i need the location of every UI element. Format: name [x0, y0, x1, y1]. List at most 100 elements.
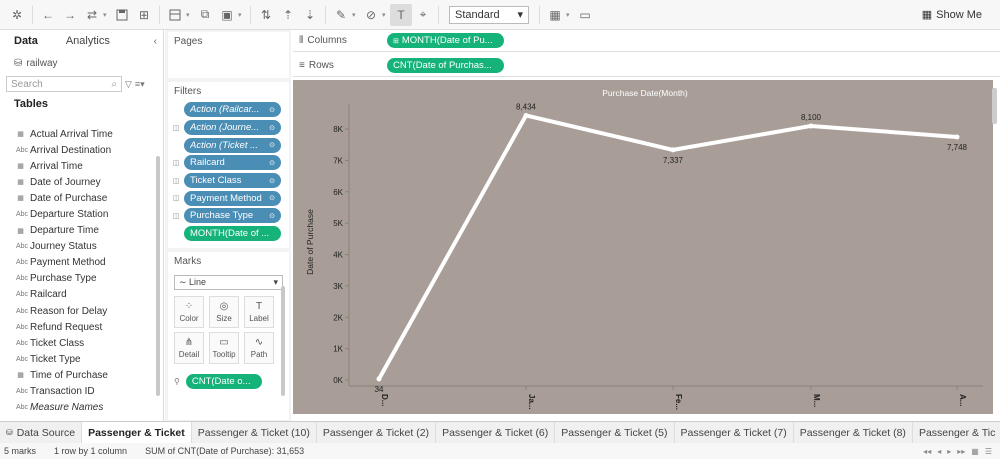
replay-icon[interactable]: ⇄ — [81, 4, 103, 26]
filter-pill[interactable]: Railcard ⊙ — [184, 155, 281, 171]
text-field-icon: Abc — [16, 146, 29, 154]
data-point[interactable] — [954, 134, 960, 140]
tableau-logo-icon[interactable]: ✲ — [6, 4, 28, 26]
sort-ascending-icon[interactable]: ⇡ — [277, 4, 299, 26]
rows-shelf[interactable]: ≡ Rows CNT(Date of Purchas... — [293, 55, 1000, 77]
field-item[interactable]: ▦ Date of Journey — [0, 174, 156, 190]
collapse-pane-icon[interactable]: ‹ — [154, 36, 157, 47]
show-me-button[interactable]: ▦ Show Me — [922, 8, 982, 22]
field-item[interactable]: Abc Payment Method — [0, 255, 156, 271]
show-cards-dropdown-icon[interactable]: ▾ — [566, 11, 574, 19]
viz-area[interactable]: Purchase Date(Month) Date of Purchase 0K 1K… — [293, 80, 1000, 414]
sheet-tab[interactable]: Passenger & Ticket (7) — [675, 421, 794, 444]
save-icon[interactable] — [111, 4, 133, 26]
redo-icon[interactable]: → — [59, 4, 81, 26]
list-view-icon[interactable]: ☰ — [985, 447, 992, 456]
clear-dropdown-icon[interactable]: ▾ — [238, 11, 246, 19]
field-item[interactable]: ▦ Time of Purchase — [0, 367, 156, 383]
sheet-tab[interactable]: Passenger & Ticket — [82, 421, 192, 444]
columns-shelf[interactable]: ⦀ Columns ⊞ MONTH(Date of Pu... — [293, 30, 1000, 52]
swap-icon[interactable]: ⇅ — [255, 4, 277, 26]
search-input[interactable]: Search ⌕ — [6, 76, 122, 92]
data-point[interactable] — [670, 147, 676, 153]
mark-type-select[interactable]: ∼ Line ▾ — [174, 275, 283, 290]
field-item[interactable]: Abc Reason for Delay — [0, 303, 156, 319]
filter-pill[interactable]: MONTH(Date of ... — [184, 226, 281, 242]
tables-header: Tables — [14, 98, 49, 110]
field-item[interactable]: ▦ Actual Arrival Time — [0, 126, 156, 142]
new-datasource-icon[interactable]: ⊞ — [133, 4, 155, 26]
datasource-item[interactable]: ⛁ railway — [0, 52, 163, 74]
field-item[interactable]: Abc Departure Station — [0, 206, 156, 222]
sort-descending-icon[interactable]: ⇣ — [299, 4, 321, 26]
marks-color-button[interactable]: ⁘ Color — [174, 296, 204, 328]
sheet-tab[interactable]: Passenger & Ticket (2) — [317, 421, 437, 444]
grid-view-icon[interactable]: ▦ — [971, 447, 979, 456]
sheet-tab[interactable]: Passenger & Ticket (10) — [192, 421, 317, 444]
prev-sheet-icon[interactable]: ◂ — [937, 447, 941, 456]
view-options-icon[interactable]: ≡▾ — [135, 79, 145, 90]
sheet-tab[interactable]: Passenger & Ticket (5) — [555, 421, 675, 444]
filter-pill[interactable]: Ticket Class ⊙ — [184, 173, 281, 189]
sheet-tab[interactable]: Passenger & Tic — [913, 422, 1000, 444]
undo-icon[interactable]: ← — [37, 4, 59, 26]
filter-fields-icon[interactable]: ▽ — [125, 79, 132, 90]
group-icon[interactable]: ⊘ — [360, 4, 382, 26]
group-dropdown-icon[interactable]: ▾ — [382, 11, 390, 19]
marks-tooltip-button[interactable]: ▭ Tooltip — [209, 332, 239, 364]
field-item[interactable]: Abc Purchase Type — [0, 271, 156, 287]
new-worksheet-icon[interactable] — [164, 4, 186, 26]
field-item[interactable]: ▦ Departure Time — [0, 223, 156, 239]
rows-pill[interactable]: CNT(Date of Purchas... — [387, 58, 504, 73]
filter-pill[interactable]: Action (Ticket ... ⊙ — [184, 137, 281, 153]
data-pane-scrollbar[interactable] — [156, 156, 160, 396]
data-point[interactable] — [523, 112, 529, 118]
marks-label-button[interactable]: T Label — [244, 296, 274, 328]
viz-scrollbar[interactable] — [992, 88, 997, 124]
cards-scrollbar[interactable] — [281, 286, 285, 396]
filter-pill[interactable]: Action (Journe... ⊙ — [184, 120, 281, 136]
highlight-icon[interactable]: ✎ — [330, 4, 352, 26]
highlight-dropdown-icon[interactable]: ▾ — [352, 11, 360, 19]
field-item[interactable]: ▦ Date of Purchase — [0, 190, 156, 206]
first-sheet-icon[interactable]: ◂◂ — [923, 447, 931, 456]
sheet-tab[interactable]: Passenger & Ticket (8) — [794, 421, 913, 444]
last-sheet-icon[interactable]: ▸▸ — [957, 447, 965, 456]
field-item[interactable]: Abc Ticket Class — [0, 335, 156, 351]
pages-card[interactable]: Pages — [168, 32, 289, 78]
field-item[interactable]: Abc Arrival Destination — [0, 142, 156, 158]
filter-pill[interactable]: Payment Method ⊙ — [184, 190, 281, 206]
data-point[interactable] — [808, 123, 814, 129]
marks-path-button[interactable]: ∿ Path — [244, 332, 274, 364]
fit-select[interactable]: Standard ▾ — [449, 5, 529, 24]
field-item[interactable]: Abc Transaction ID — [0, 384, 156, 400]
filter-pill[interactable]: Purchase Type ⊙ — [184, 208, 281, 224]
line-chart[interactable]: Purchase Date(Month) Date of Purchase 0K 1K… — [293, 80, 993, 414]
next-sheet-icon[interactable]: ▸ — [947, 447, 951, 456]
filter-pill[interactable]: Action (Railcar... ⊙ — [184, 102, 281, 118]
show-labels-icon[interactable]: T — [390, 3, 412, 26]
duplicate-icon[interactable]: ⧉ — [194, 4, 216, 26]
field-item[interactable]: Abc Refund Request — [0, 319, 156, 335]
field-item[interactable]: ▦ Arrival Time — [0, 158, 156, 174]
tab-data[interactable]: Data — [0, 35, 52, 47]
show-cards-icon[interactable]: ▦ — [544, 4, 566, 26]
data-point[interactable] — [376, 376, 382, 382]
fix-axes-icon[interactable]: ⌖ — [412, 4, 434, 26]
marks-detail-button[interactable]: ⋔ Detail — [174, 332, 204, 364]
tab-analytics[interactable]: Analytics — [52, 35, 124, 47]
columns-pill-label: MONTH(Date of Pu... — [401, 35, 493, 46]
replay-dropdown-icon[interactable]: ▾ — [103, 11, 111, 19]
marks-size-button[interactable]: ◎ Size — [209, 296, 239, 328]
field-item[interactable]: Abc Journey Status — [0, 239, 156, 255]
data-source-tab[interactable]: ⛁ Data Source — [0, 421, 83, 444]
field-item[interactable]: Abc Ticket Type — [0, 351, 156, 367]
clear-sheet-icon[interactable]: ▣ — [216, 4, 238, 26]
presentation-mode-icon[interactable]: ▭ — [574, 4, 596, 26]
field-item[interactable]: Abc Railcard — [0, 287, 156, 303]
sheet-tab[interactable]: Passenger & Ticket (6) — [436, 421, 556, 444]
marks-pill[interactable]: CNT(Date o... — [185, 374, 262, 389]
field-item[interactable]: Abc Measure Names — [0, 400, 156, 416]
new-worksheet-dropdown-icon[interactable]: ▾ — [186, 11, 194, 19]
columns-pill[interactable]: ⊞ MONTH(Date of Pu... — [387, 33, 504, 48]
